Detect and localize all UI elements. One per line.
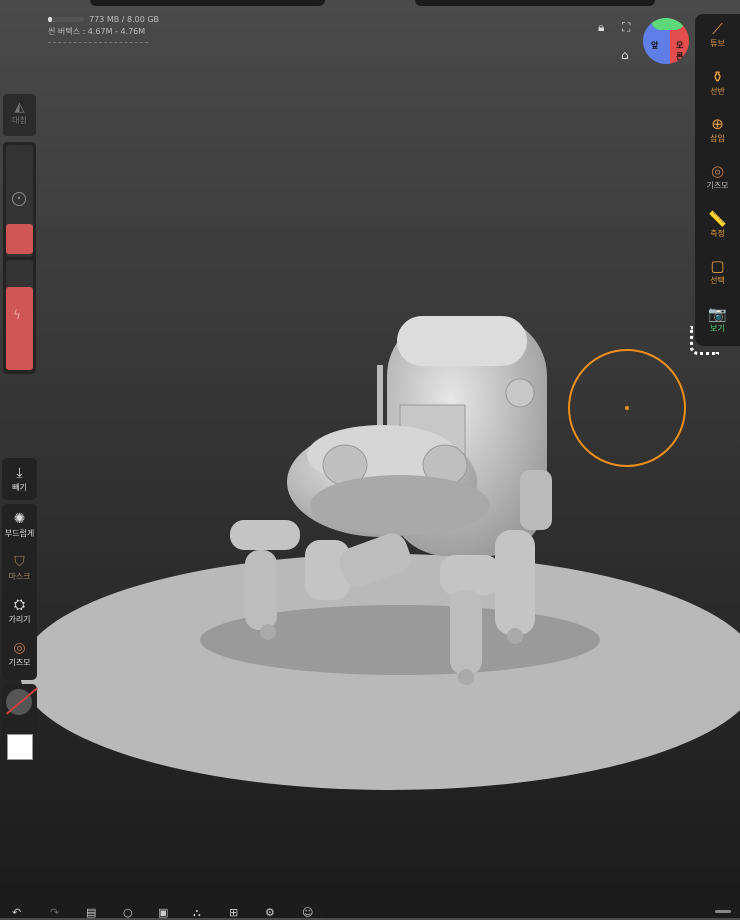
file-icon[interactable]: ▤	[86, 906, 96, 919]
symmetry-icon: ◭	[14, 100, 25, 115]
top-toolbar-right	[415, 0, 655, 6]
gizmo-tool-left[interactable]: ◎ 기즈모	[2, 639, 37, 668]
brush-sliders: • ϟ	[3, 142, 36, 374]
brush-cursor	[568, 349, 686, 467]
top-toolbar-left	[90, 0, 325, 6]
scroll-indicator	[715, 910, 731, 913]
measure-tool[interactable]: 📏 측정	[695, 210, 740, 239]
vertex-count: 씬 버텍스 : 4.67M -	[48, 27, 121, 36]
hide-icon: ⛭	[13, 597, 26, 613]
help-icon[interactable]: ☺	[302, 906, 313, 919]
gizmo-tool-right[interactable]: ◎ 기즈모	[695, 162, 740, 191]
select-tool[interactable]: ▢ 선택	[695, 257, 740, 286]
measure-label: 측정	[710, 229, 725, 238]
intensity-icon: ϟ	[13, 308, 21, 322]
left-tool-panel: ✺ 부드럽게 ⛉ 마스크 ⛭ 가리기 ◎ 기즈모	[2, 504, 37, 680]
gizmo-label: 기즈모	[706, 181, 729, 190]
gizmo-icon: ◎	[13, 640, 26, 656]
view-cube-front[interactable]: 앞	[651, 40, 658, 51]
lathe-icon: ⚱	[711, 68, 724, 86]
select-icon: ▢	[710, 257, 725, 275]
panel-drag-handle[interactable]	[690, 326, 719, 355]
smooth-label: 부드럽게	[4, 529, 35, 538]
scene-icon[interactable]: ▣	[158, 906, 168, 919]
redo-icon[interactable]: ↷	[50, 906, 59, 919]
hide-tool[interactable]: ⛭ 가리기	[2, 596, 37, 625]
symmetry-button[interactable]: ◭ 대칭	[3, 94, 36, 136]
settings-icon[interactable]: ⚙	[265, 906, 275, 919]
radius-slider-fill[interactable]	[6, 224, 33, 254]
insert-label: 삽입	[710, 134, 725, 143]
gizmo-label: 기즈모	[8, 658, 31, 667]
subtract-icon: ⤓	[16, 465, 23, 481]
subtract-label: 빼기	[12, 483, 27, 492]
select-label: 선택	[710, 276, 725, 285]
view-cube[interactable]: 앞 오른	[643, 18, 689, 64]
tube-tool[interactable]: ⟋ 튜브	[695, 20, 740, 49]
subtract-toggle[interactable]: ⤓ 빼기	[2, 464, 37, 493]
fullscreen-icon[interactable]: ⛶	[622, 20, 630, 35]
user-icon[interactable]: ○	[123, 906, 133, 919]
lathe-tool[interactable]: ⚱ 선반	[695, 68, 740, 97]
mask-icon: ⛉	[14, 554, 25, 570]
lathe-label: 선반	[710, 87, 725, 96]
memory-bar	[48, 17, 84, 22]
radius-icon: •	[12, 192, 26, 206]
color-swatch[interactable]	[7, 734, 33, 760]
smooth-icon: ✺	[13, 511, 26, 527]
tube-icon: ⟋	[712, 20, 723, 38]
topology-icon[interactable]: ⊞	[229, 906, 238, 919]
insert-icon: ⊕	[711, 115, 724, 133]
brush-cursor-center	[625, 406, 629, 410]
intensity-slider-fill[interactable]	[6, 287, 33, 370]
mask-label: 마스크	[8, 572, 31, 581]
camera-icon: 📷	[708, 305, 727, 323]
smooth-tool[interactable]: ✺ 부드럽게	[2, 510, 37, 539]
hide-label: 가리기	[8, 615, 31, 624]
memory-usage: 773 MB / 8.00 GB	[89, 15, 160, 24]
undo-icon[interactable]: ↶	[12, 906, 21, 919]
gizmo-icon: ◎	[710, 162, 725, 180]
symmetry-label: 대칭	[12, 116, 27, 125]
scene-stats: 773 MB / 8.00 GB 씬 버텍스 : 4.67M - 4.76M	[48, 14, 159, 43]
insert-tool[interactable]: ⊕ 삽입	[695, 115, 740, 144]
right-tool-panel: ⟋ 튜브 ⚱ 선반 ⊕ 삽입 ◎ 기즈모 📏 측정 ▢ 선택 📷 보기	[695, 14, 740, 346]
home-icon[interactable]: ⌂	[621, 48, 629, 62]
mask-tool[interactable]: ⛉ 마스크	[2, 553, 37, 582]
face-count: 4.76M	[120, 27, 146, 36]
ruler-icon: 📏	[708, 210, 727, 228]
subtract-group: ⤓ 빼기	[2, 458, 37, 500]
lock-icon[interactable]: 🔒︎	[598, 20, 604, 35]
tube-label: 튜브	[710, 39, 725, 48]
view-cube-right[interactable]: 오른	[676, 40, 689, 62]
